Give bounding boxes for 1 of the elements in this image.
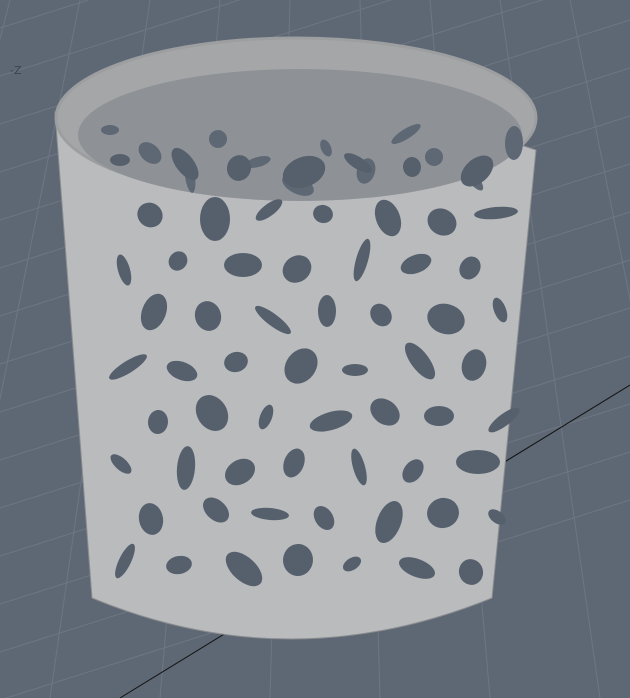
cylinder-model-drawing[interactable] bbox=[54, 36, 538, 640]
